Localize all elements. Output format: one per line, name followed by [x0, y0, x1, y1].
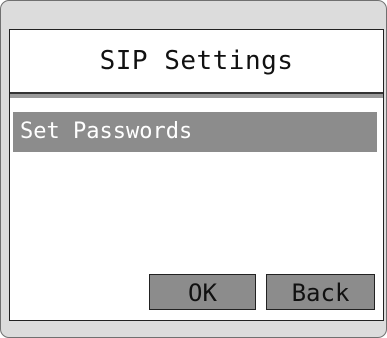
lcd-screen: SIP Settings Set Passwords OK Back [9, 29, 384, 321]
title-divider-shade [10, 94, 383, 98]
ok-button[interactable]: OK [149, 274, 256, 310]
device-frame: SIP Settings Set Passwords OK Back [0, 0, 387, 338]
menu-item-set-passwords[interactable]: Set Passwords [13, 112, 377, 152]
back-button[interactable]: Back [266, 274, 375, 310]
page-title: SIP Settings [99, 46, 294, 76]
title-bar: SIP Settings [10, 30, 383, 98]
